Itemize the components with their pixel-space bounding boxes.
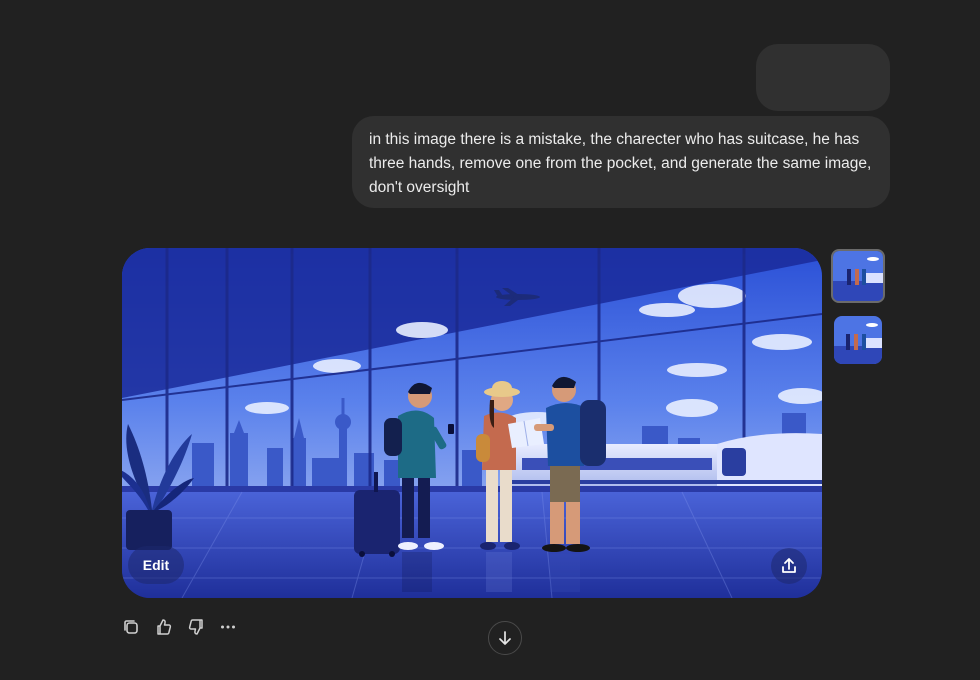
thumbnail-preview [833,251,883,301]
chat-page: in this image there is a mistake, the ch… [0,0,980,680]
arrow-down-icon [499,631,511,645]
user-attachment-bubble[interactable] [756,44,890,111]
share-upload-icon [782,558,796,573]
image-thumbnail[interactable] [834,316,882,364]
more-dots-icon [221,625,235,629]
copy-button[interactable] [120,616,142,638]
airport-scene-illustration [122,248,822,598]
more-options-button[interactable] [217,616,239,638]
dislike-button[interactable] [185,616,207,638]
copy-icon [124,620,138,634]
scroll-to-bottom-button[interactable] [488,621,522,655]
user-message-text: in this image there is a mistake, the ch… [369,131,872,196]
image-thumbnail-selected[interactable] [831,249,885,303]
thumbnail-preview [834,316,882,364]
like-button[interactable] [153,616,175,638]
thumbs-up-icon [157,619,172,635]
generated-image[interactable] [122,248,822,598]
user-message-bubble: in this image there is a mistake, the ch… [352,116,890,208]
edit-image-button[interactable]: Edit [128,546,184,584]
share-button[interactable] [771,548,807,584]
thumbs-down-icon [188,619,203,635]
